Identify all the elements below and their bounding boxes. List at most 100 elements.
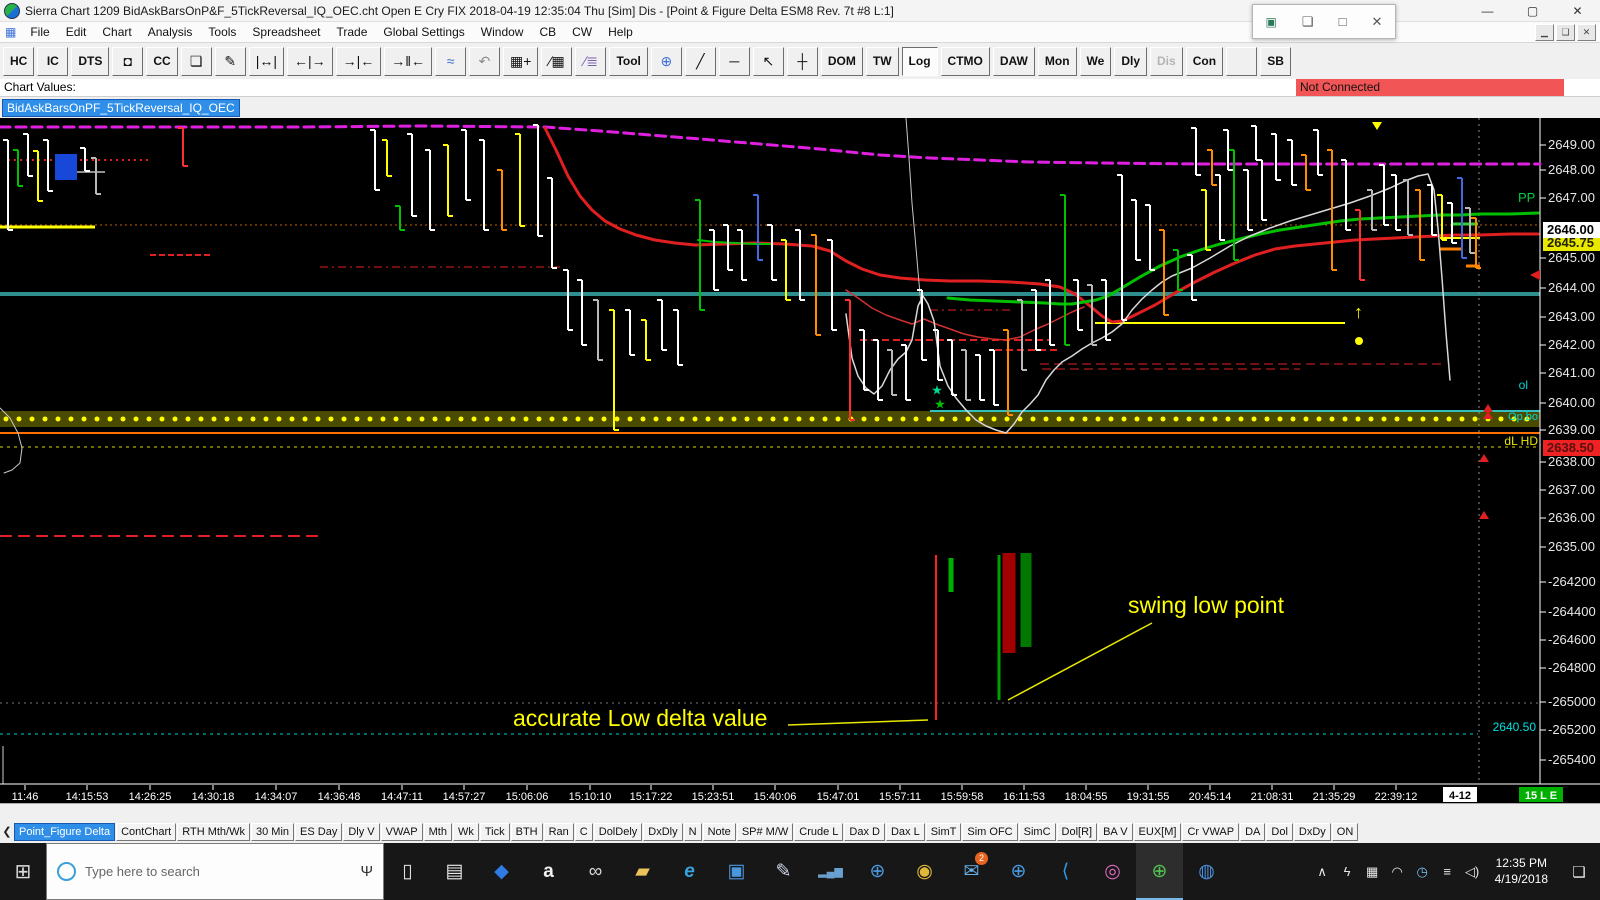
tablet-mode-icon[interactable]: ▦ — [1360, 864, 1385, 880]
volume-mixer-icon[interactable]: ≡ — [1435, 864, 1460, 879]
tpo-chart-icon-button[interactable]: ▦+ — [503, 46, 539, 76]
tab-eux-m-[interactable]: EUX[M] — [1133, 822, 1182, 841]
sb-button[interactable]: SB — [1260, 46, 1292, 76]
menu-item-chart[interactable]: Chart — [94, 25, 139, 39]
trendline-tool-icon-button[interactable]: ╱ — [684, 46, 716, 76]
menu-item-analysis[interactable]: Analysis — [140, 25, 201, 39]
menu-item-cb[interactable]: CB — [531, 25, 564, 39]
horizontal-line-tool-icon-button[interactable]: ─ — [718, 46, 750, 76]
floating-window-controls[interactable]: ▣ ❏ □ ✕ — [1252, 4, 1396, 39]
equalizer-app-icon[interactable]: ▂▄▆ — [807, 843, 854, 900]
menu-item-file[interactable]: File — [22, 25, 57, 39]
microphone-icon[interactable]: Ψ — [360, 863, 373, 880]
restore-icon[interactable]: ❏ — [1302, 14, 1314, 30]
close-icon[interactable]: ✕ — [1555, 0, 1600, 22]
tool-button[interactable]: Tool — [609, 46, 648, 76]
blank-button[interactable] — [1226, 46, 1258, 76]
tab-30-min[interactable]: 30 Min — [251, 822, 295, 841]
tab-dol-r-[interactable]: Dol[R] — [1056, 822, 1098, 841]
taskbar-clock[interactable]: 12:35 PM 4/19/2018 — [1485, 856, 1558, 887]
ic-button[interactable]: IC — [37, 46, 69, 76]
tab-on[interactable]: ON — [1331, 822, 1359, 841]
hc-button[interactable]: HC — [3, 46, 35, 76]
squeeze-bars-icon-button[interactable]: →|← — [335, 46, 382, 76]
amazon-icon[interactable]: a — [525, 843, 572, 900]
daw-button[interactable]: DAW — [992, 46, 1035, 76]
task-view-icon[interactable]: ▯ — [384, 843, 431, 900]
tab-dol[interactable]: Dol — [1266, 822, 1293, 841]
menu-item-cw[interactable]: CW — [564, 25, 600, 39]
chart-canvas[interactable]: ★ ★ ↑ swing low point accurate Low delta val… — [0, 117, 1600, 803]
file-explorer-icon[interactable]: ▰ — [619, 843, 666, 900]
tab-cr-vwap[interactable]: Cr VWAP — [1182, 822, 1240, 841]
tab-ba-v[interactable]: BA V — [1098, 822, 1133, 841]
dts-button[interactable]: DTS — [71, 46, 110, 76]
globe-app-icon[interactable]: ⊕ — [854, 843, 901, 900]
wifi-icon[interactable]: ◠ — [1385, 864, 1410, 880]
mdi-restore-icon[interactable]: ❏ — [1556, 23, 1575, 41]
tab-sp-m-w[interactable]: SP# M/W — [736, 822, 794, 841]
notification-center-icon[interactable]: ❏ — [1558, 863, 1600, 881]
cc-button[interactable]: CC — [146, 46, 178, 76]
tab-simt[interactable]: SimT — [925, 822, 962, 841]
tab-sim-ofc[interactable]: Sim OFC — [962, 822, 1018, 841]
chrome-icon[interactable]: ◉ — [901, 843, 948, 900]
tab-rth-mth-wk[interactable]: RTH Mth/Wk — [177, 822, 250, 841]
save-icon-button[interactable]: ◘ — [112, 46, 144, 76]
tw-button[interactable]: TW — [865, 46, 899, 76]
globe-app2-icon[interactable]: ⊕ — [995, 843, 1042, 900]
minimize-icon[interactable]: — — [1465, 0, 1510, 22]
menu-item-spreadsheet[interactable]: Spreadsheet — [244, 25, 328, 39]
tab-vwap[interactable]: VWAP — [380, 822, 423, 841]
photos-icon[interactable]: ▣ — [713, 843, 760, 900]
tab-point-figure-delta[interactable]: Point_Figure Delta — [14, 822, 116, 841]
globe-time-icon-button[interactable]: ⊕ — [650, 46, 682, 76]
infinity-app-icon[interactable]: ∞ — [572, 843, 619, 900]
ctmo-button[interactable]: CTMO — [940, 46, 990, 76]
menu-item-tools[interactable]: Tools — [200, 25, 244, 39]
store-icon[interactable]: ▤ — [431, 843, 478, 900]
tray-clock-icon[interactable]: ◷ — [1410, 864, 1435, 880]
camera-app-icon[interactable]: ◎ — [1089, 843, 1136, 900]
con-button[interactable]: Con — [1185, 46, 1224, 76]
tab-c[interactable]: C — [574, 822, 593, 841]
squeeze-bars-fill-icon-button[interactable]: →‖← — [384, 46, 433, 76]
earth-app-icon[interactable]: ◍ — [1183, 843, 1230, 900]
tab-mth[interactable]: Mth — [423, 822, 452, 841]
tray-chevron-icon[interactable]: ∧ — [1310, 864, 1335, 880]
close-icon[interactable]: ✕ — [1372, 14, 1383, 30]
power-plug-icon[interactable]: ϟ — [1335, 864, 1360, 879]
study-tab-bidaskbars[interactable]: BidAskBarsOnPF_5TickReversal_IQ_OEC — [2, 99, 240, 117]
tab-dxdly[interactable]: DxDly — [643, 822, 683, 841]
menu-item-global-settings[interactable]: Global Settings — [375, 25, 472, 39]
menu-item-edit[interactable]: Edit — [58, 25, 95, 39]
tab-dly-v[interactable]: Dly V — [343, 822, 380, 841]
start-button[interactable]: ⊞ — [0, 843, 46, 900]
bar-spacing-narrow-icon-button[interactable]: ←|→ — [286, 46, 333, 76]
curves-study-icon-button[interactable]: ≈ — [435, 46, 467, 76]
tab-simc[interactable]: SimC — [1018, 822, 1056, 841]
outlook-icon[interactable]: ✉ 2 — [948, 843, 995, 900]
dropbox-icon[interactable]: ◆ — [478, 843, 525, 900]
tab-note[interactable]: Note — [702, 822, 736, 841]
window-thumbnail-icon[interactable]: ▣ — [1266, 15, 1277, 29]
horizontal-scrollbar[interactable] — [0, 803, 1600, 820]
bar-spacing-wide-icon-button[interactable]: |↔| — [248, 46, 284, 76]
dom-button[interactable]: DOM — [820, 46, 863, 76]
menu-item-window[interactable]: Window — [473, 25, 532, 39]
tab-tick[interactable]: Tick — [479, 822, 510, 841]
we-button[interactable]: We — [1079, 46, 1112, 76]
tab-wk[interactable]: Wk — [452, 822, 479, 841]
edge-icon[interactable]: e — [666, 843, 713, 900]
mdi-minimize-icon[interactable]: ▁ — [1535, 23, 1554, 41]
tab-contchart[interactable]: ContChart — [116, 822, 177, 841]
open-chartbook-icon-button[interactable]: ❏ — [180, 46, 212, 76]
tab-dax-d[interactable]: Dax D — [844, 822, 885, 841]
chart-svg[interactable]: ★★ ↑ swing low point accurate Low delta val… — [0, 117, 1600, 803]
tab-es-day[interactable]: ES Day — [295, 822, 343, 841]
tab-n[interactable]: N — [683, 822, 702, 841]
mdi-close-icon[interactable]: ✕ — [1577, 23, 1596, 41]
dly-button[interactable]: Dly — [1114, 46, 1148, 76]
studies-icon-button[interactable]: ∕≣ — [575, 46, 607, 76]
vscode-icon[interactable]: ⟨ — [1042, 843, 1089, 900]
